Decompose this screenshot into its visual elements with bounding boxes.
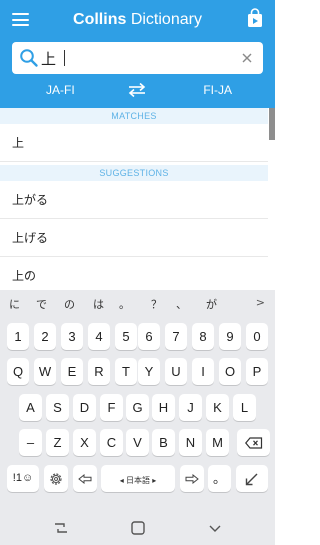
cursor-left-key[interactable]	[73, 465, 97, 492]
text-caret	[64, 50, 65, 66]
key-u[interactable]: U	[165, 358, 187, 385]
search-box	[12, 42, 263, 74]
key-0[interactable]: 0	[246, 323, 268, 350]
gear-icon	[50, 472, 62, 485]
app-header: Collins Dictionary JA-FI FI-JA	[0, 0, 275, 108]
key-l[interactable]: L	[233, 394, 256, 421]
app-title: Collins Dictionary	[0, 11, 275, 29]
swap-arrows-icon[interactable]	[128, 82, 146, 98]
key-1[interactable]: 1	[7, 323, 29, 350]
shopping-bag-icon[interactable]	[247, 8, 263, 28]
matches-header: MATCHES	[0, 108, 268, 124]
key-a[interactable]: A	[19, 394, 42, 421]
match-item[interactable]: 上	[0, 124, 268, 162]
language-pair-fi-ja[interactable]: FI-JA	[203, 83, 232, 97]
recent-apps-icon[interactable]	[52, 519, 70, 537]
key-j[interactable]: J	[179, 394, 202, 421]
key-2[interactable]: 2	[34, 323, 56, 350]
backspace-icon	[244, 436, 262, 449]
symbols-key[interactable]: !1☺	[7, 465, 39, 492]
key-x[interactable]: X	[73, 429, 96, 456]
key-o[interactable]: O	[219, 358, 241, 385]
search-icon	[20, 49, 38, 67]
key-s[interactable]: S	[46, 394, 69, 421]
expand-suggestions-icon[interactable]: >	[256, 296, 265, 309]
period-key[interactable]: 。	[208, 465, 231, 492]
keyboard-suggestion[interactable]: で	[36, 296, 47, 312]
key-n[interactable]: N	[179, 429, 202, 456]
key-dash[interactable]: –	[19, 429, 42, 456]
keyboard-suggestion[interactable]: 。	[119, 296, 130, 312]
key-9[interactable]: 9	[219, 323, 241, 350]
key-y[interactable]: Y	[138, 358, 160, 385]
settings-key[interactable]	[44, 465, 68, 492]
search-input[interactable]	[41, 47, 231, 69]
backspace-key[interactable]	[237, 429, 270, 456]
keyboard-suggestion[interactable]: の	[64, 296, 75, 312]
arrow-left-icon	[78, 473, 92, 484]
home-icon[interactable]	[129, 519, 147, 537]
key-z[interactable]: Z	[46, 429, 69, 456]
keyboard-suggestion[interactable]: ？	[151, 296, 162, 312]
key-t[interactable]: T	[115, 358, 137, 385]
key-w[interactable]: W	[34, 358, 56, 385]
key-5[interactable]: 5	[115, 323, 137, 350]
key-p[interactable]: P	[246, 358, 268, 385]
key-m[interactable]: M	[206, 429, 229, 456]
key-h[interactable]: H	[152, 394, 175, 421]
enter-icon	[245, 473, 258, 485]
language-pair-ja-fi[interactable]: JA-FI	[46, 83, 75, 97]
enter-key[interactable]	[236, 465, 268, 492]
clear-icon[interactable]	[240, 51, 254, 65]
keyboard-suggestion[interactable]: 、	[176, 296, 187, 312]
system-navigation-bar	[0, 510, 275, 545]
suggestion-item[interactable]: 上げる	[0, 219, 268, 257]
key-4[interactable]: 4	[88, 323, 110, 350]
key-d[interactable]: D	[73, 394, 96, 421]
key-q[interactable]: Q	[7, 358, 29, 385]
key-k[interactable]: K	[206, 394, 229, 421]
keyboard-suggestion-bar: に で の は 。 ？ 、 が >	[0, 290, 275, 316]
keyboard-suggestion[interactable]: は	[93, 296, 104, 312]
key-6[interactable]: 6	[138, 323, 160, 350]
suggestion-item[interactable]: 上がる	[0, 181, 268, 219]
cursor-right-key[interactable]	[180, 465, 204, 492]
key-3[interactable]: 3	[61, 323, 83, 350]
key-8[interactable]: 8	[192, 323, 214, 350]
on-screen-keyboard: に で の は 。 ？ 、 が > 1 2 3 4 5 6 7 8 9 0 Q …	[0, 290, 275, 510]
keyboard-suggestion[interactable]: が	[206, 296, 217, 312]
key-c[interactable]: C	[100, 429, 123, 456]
key-e[interactable]: E	[61, 358, 83, 385]
scrollbar-thumb[interactable]	[269, 108, 275, 140]
app-title-rest: Dictionary	[126, 11, 202, 28]
key-7[interactable]: 7	[165, 323, 187, 350]
keyboard-suggestion[interactable]: に	[9, 296, 20, 312]
app-title-brand: Collins	[73, 11, 127, 28]
key-v[interactable]: V	[126, 429, 149, 456]
arrow-right-icon	[185, 473, 199, 484]
key-f[interactable]: F	[100, 394, 123, 421]
suggestions-header: SUGGESTIONS	[0, 165, 268, 181]
key-r[interactable]: R	[88, 358, 110, 385]
key-b[interactable]: B	[152, 429, 175, 456]
key-g[interactable]: G	[126, 394, 149, 421]
space-key[interactable]: ◂ 日本語 ▸	[101, 465, 175, 492]
key-i[interactable]: I	[192, 358, 214, 385]
input-language-label: ◂ 日本語 ▸	[119, 476, 157, 485]
hide-keyboard-icon[interactable]	[206, 519, 224, 537]
